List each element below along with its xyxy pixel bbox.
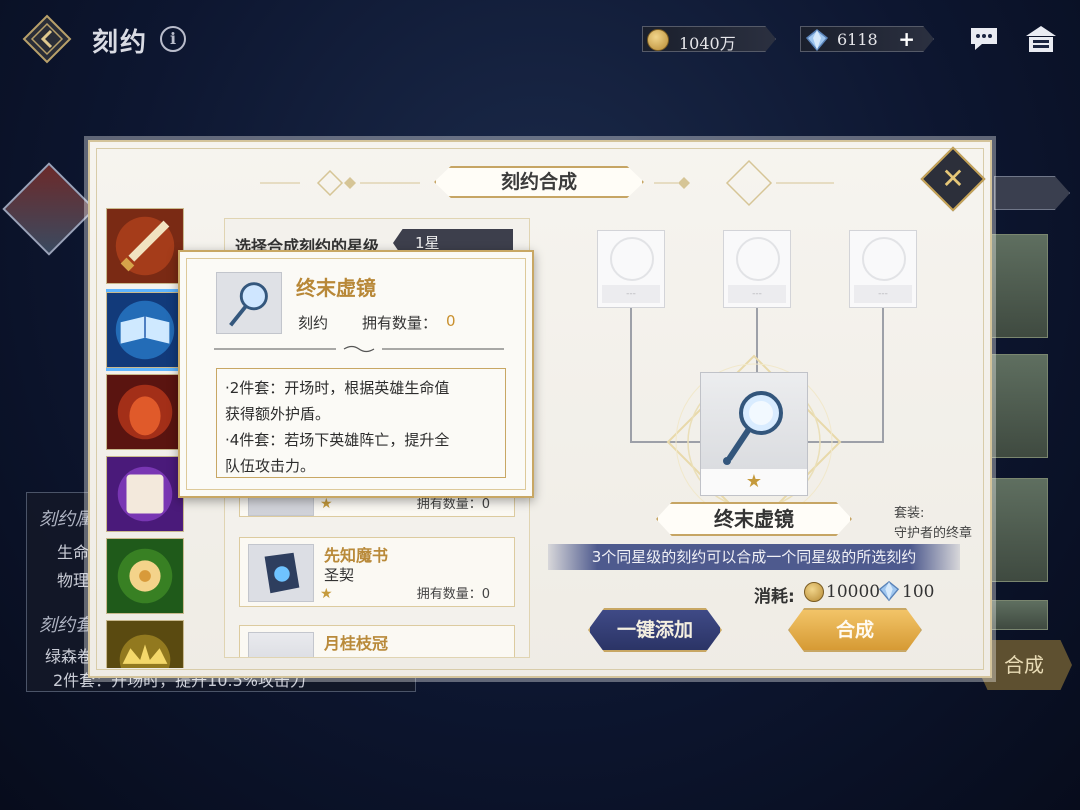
- tooltip-desc-line: 获得额外护盾。: [225, 405, 331, 423]
- magic-book-thumbnail: [248, 544, 314, 602]
- tooltip-item-type: 刻约: [298, 314, 329, 332]
- list-item[interactable]: 先知魔书 圣契 ★ 拥有数量：0: [239, 537, 515, 607]
- background-card-list: [990, 230, 1050, 630]
- item-stars: ★: [320, 586, 333, 602]
- item-type: 圣契: [324, 566, 355, 584]
- gem-icon: [805, 29, 829, 52]
- title-ornament-left: [260, 170, 420, 196]
- title-ornament-right: [654, 159, 834, 207]
- tooltip-item-name: 终末虚镜: [296, 276, 376, 300]
- panel-title-set: 刻约套: [39, 615, 93, 636]
- gold-coin-icon: [804, 582, 824, 602]
- magic-book-icon[interactable]: [106, 292, 184, 368]
- slot-ring-icon: [736, 237, 780, 281]
- material-slot-3[interactable]: ---: [849, 230, 917, 308]
- tooltip-divider: [214, 345, 504, 353]
- flower-icon[interactable]: [106, 538, 184, 614]
- home-icon[interactable]: [1024, 24, 1058, 54]
- item-thumbnail: [248, 632, 314, 657]
- background-card[interactable]: [990, 354, 1048, 458]
- crown-icon[interactable]: [106, 620, 184, 668]
- mask-toggle-button[interactable]: [994, 176, 1070, 210]
- tooltip-desc-line: 队伍攻击力。: [225, 457, 316, 475]
- tooltip-owned-label: 拥有数量：: [362, 314, 438, 332]
- tooltip-description: ·2件套：开场时，根据英雄生命值 获得额外护盾。 ·4件套：若场下英雄阵亡，提升…: [216, 368, 506, 478]
- item-name: 先知魔书: [324, 546, 389, 565]
- item-name: 月桂枝冠: [324, 634, 389, 653]
- connector-line: [882, 308, 884, 442]
- result-item-card[interactable]: ★: [700, 372, 808, 496]
- panel-title-attr: 刻约属: [39, 509, 93, 530]
- slot-label: ---: [728, 285, 786, 303]
- background-card[interactable]: [990, 234, 1048, 338]
- scroll-icon[interactable]: [106, 456, 184, 532]
- gold-coin-icon: [647, 29, 669, 51]
- material-slot-2[interactable]: ---: [723, 230, 791, 308]
- slot-ring-icon: [862, 237, 906, 281]
- auto-add-button[interactable]: 一键添加: [588, 608, 722, 652]
- page-title: 刻约: [92, 28, 149, 58]
- slot-ring-icon: [610, 237, 654, 281]
- result-item-name: 终末虚镜: [656, 502, 852, 536]
- slot-label: ---: [602, 285, 660, 303]
- close-icon: ✕: [941, 162, 965, 195]
- synthesize-button[interactable]: 合成: [788, 608, 922, 652]
- gem-currency: 6118 +: [800, 26, 934, 52]
- background-card[interactable]: [990, 478, 1048, 582]
- tooltip-desc-line: ·4件套：若场下英雄阵亡，提升全: [225, 431, 450, 449]
- mirror-scepter-icon: [216, 272, 282, 334]
- result-stars: ★: [701, 469, 807, 495]
- cost-gold-amount: 10000: [826, 582, 881, 602]
- background-card[interactable]: [990, 600, 1048, 630]
- item-tooltip: 终末虚镜 刻约 拥有数量： 0 ·2件套：开场时，根据英雄生命值 获得额外护盾。…: [178, 250, 534, 498]
- dagger-icon[interactable]: [106, 208, 184, 284]
- fire-heart-icon[interactable]: [106, 374, 184, 450]
- hero-avatar[interactable]: [2, 162, 96, 256]
- panel-line-phys: 物理: [57, 571, 90, 590]
- set-label: 套装:: [894, 506, 925, 521]
- gem-icon: [878, 580, 900, 602]
- item-stars: ★: [320, 496, 333, 512]
- top-bar: 刻约 i 1040万 6118 +: [0, 0, 1080, 80]
- tooltip-desc-line: ·2件套：开场时，根据英雄生命值: [225, 379, 450, 397]
- gold-amount: 1040万: [679, 34, 736, 53]
- list-item[interactable]: 月桂枝冠: [239, 625, 515, 657]
- set-name: 守护者的终章: [894, 526, 973, 541]
- category-icon-strip: [106, 208, 184, 668]
- gold-currency: 1040万: [642, 26, 776, 52]
- modal-title: 刻约合成: [434, 166, 644, 198]
- synthesis-rule-banner: 3个同星级的刻约可以合成一个同星级的所选刻约: [548, 544, 960, 570]
- plus-icon[interactable]: +: [898, 27, 915, 51]
- panel-line-set: 绿森卷: [45, 647, 94, 666]
- cost-gem-amount: 100: [902, 582, 935, 602]
- slot-label: ---: [854, 285, 912, 303]
- cost-label: 消耗:: [754, 587, 795, 607]
- panel-line-hp: 生命: [57, 543, 90, 562]
- material-slot-1[interactable]: ---: [597, 230, 665, 308]
- gem-amount: 6118: [837, 30, 878, 49]
- chat-icon[interactable]: [968, 26, 1000, 52]
- info-icon[interactable]: i: [160, 26, 186, 52]
- item-owned-count: 拥有数量：0: [416, 587, 490, 602]
- tooltip-owned-value: 0: [446, 312, 456, 330]
- mirror-scepter-icon: [723, 391, 783, 465]
- back-icon[interactable]: [22, 14, 72, 64]
- connector-line: [630, 308, 632, 442]
